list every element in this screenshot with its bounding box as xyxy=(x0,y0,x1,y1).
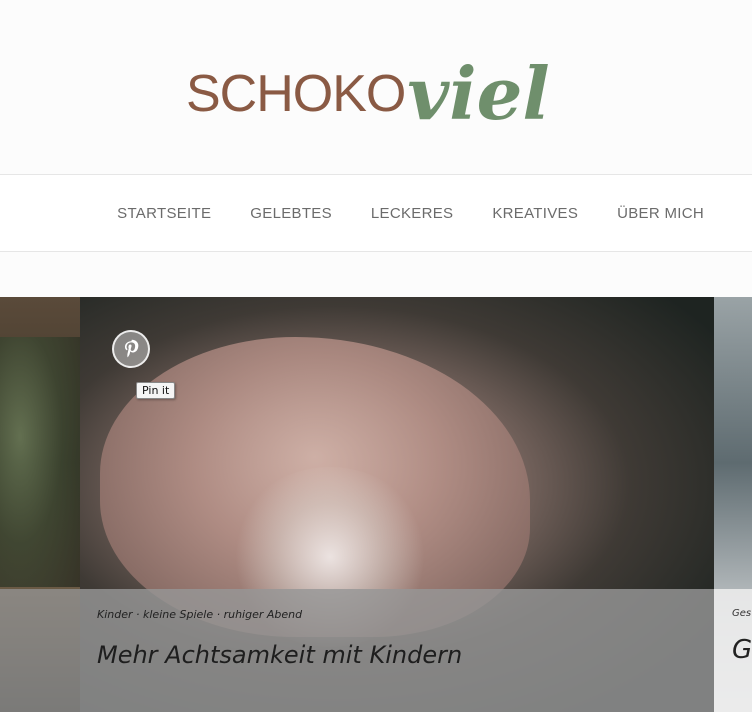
pinterest-button[interactable] xyxy=(112,330,150,368)
nav-item-ueber-mich[interactable]: ÜBER MICH xyxy=(617,205,704,222)
slide-image xyxy=(0,337,80,587)
nav-item-gelebtes[interactable]: GELEBTES xyxy=(250,205,332,222)
slide-caption: Ges G xyxy=(714,589,752,712)
slide-next[interactable]: Ges G xyxy=(714,297,752,712)
post-title[interactable]: Mehr Achtsamkeit mit Kindern xyxy=(97,641,462,669)
post-slider[interactable]: Kinder · kleine Spiele · ruhiger Abend M… xyxy=(0,297,752,712)
slide-previous[interactable] xyxy=(0,297,80,712)
slide-caption xyxy=(0,589,80,712)
pin-it-tooltip: Pin it xyxy=(136,382,176,399)
nav-item-leckeres[interactable]: LECKERES xyxy=(371,205,453,222)
post-tags[interactable]: Kinder · kleine Spiele · ruhiger Abend xyxy=(97,608,302,621)
nav-item-kreatives[interactable]: KREATIVES xyxy=(492,205,578,222)
slide-caption: Kinder · kleine Spiele · ruhiger Abend M… xyxy=(80,589,714,712)
nav-item-startseite[interactable]: STARTSEITE xyxy=(117,205,211,222)
post-tags[interactable]: Ges xyxy=(732,608,751,619)
logo-text-main: SCHOKO xyxy=(186,65,406,123)
pinterest-icon xyxy=(124,339,139,358)
logo-text-script: viel xyxy=(407,51,550,136)
nav-menu: STARTSEITE GELEBTES LECKERES KREATIVES Ü… xyxy=(78,175,704,251)
slide-current[interactable]: Kinder · kleine Spiele · ruhiger Abend M… xyxy=(80,297,714,712)
site-header: SCHOKO viel xyxy=(0,0,752,174)
main-navigation: STARTSEITE GELEBTES LECKERES KREATIVES Ü… xyxy=(0,174,752,252)
post-title[interactable]: G xyxy=(732,635,752,665)
site-logo[interactable]: SCHOKO viel xyxy=(186,38,550,136)
